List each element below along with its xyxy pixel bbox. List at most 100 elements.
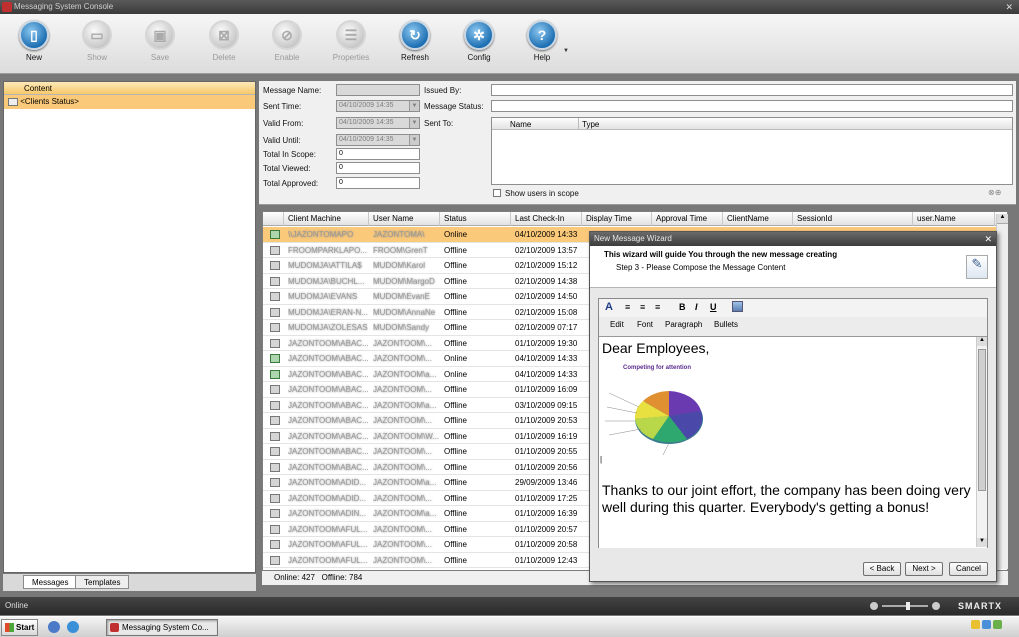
underline-icon[interactable]: U [710,302,717,312]
show-users-checkbox[interactable] [493,189,501,197]
menu-edit[interactable]: Edit [610,320,624,329]
chevron-down-icon[interactable]: ▼ [409,101,419,111]
chevron-down-icon[interactable]: ▼ [409,118,419,128]
taskbar-item-label: Messaging System Co... [122,623,209,632]
save-label: Save [150,53,170,62]
col-session-id[interactable]: SessionId [793,212,913,226]
menu-paragraph[interactable]: Paragraph [665,320,702,329]
col-user-name[interactable]: User Name [369,212,440,226]
insert-image-icon[interactable] [732,301,743,312]
valid-from-field[interactable]: 04/10/2009 14:35 ▼ [336,117,420,129]
sent-to-col-type[interactable]: Type [582,120,599,129]
cell-checkin: 04/10/2009 14:33 [515,354,578,363]
save-button[interactable]: ▣ Save [135,20,185,62]
new-button[interactable]: ▯ New [9,20,59,62]
show-button[interactable]: ▭ Show [72,20,122,62]
col-display-time[interactable]: Display Time [582,212,652,226]
bold-icon[interactable]: B [679,302,686,312]
message-editor: A ≡ ≡ ≡ B I U Edit Font Paragraph Bullet… [598,298,988,548]
show-users-label: Show users in scope [505,189,579,198]
sent-to-col-name[interactable]: Name [510,120,531,129]
grid-scrollbar[interactable]: ▲ [996,214,1008,569]
cell-checkin: 03/10/2009 09:15 [515,400,578,410]
show-desktop-icon[interactable] [48,621,60,633]
cell-machine: JAZONTOOM\AFUL... [288,555,368,565]
italic-icon[interactable]: I [695,302,698,312]
tray-security-icon[interactable] [971,620,980,629]
editor-content[interactable]: Dear Employees, Competing for attention [599,336,987,548]
scroll-up-icon[interactable]: ▲ [997,214,1008,224]
refresh-button[interactable]: ↻ Refresh [390,20,440,62]
client-offline-icon [270,416,280,425]
cell-status: Offline [444,245,467,255]
total-viewed-field[interactable]: 0 [336,162,420,174]
client-offline-icon [270,338,280,348]
zoom-in-icon[interactable] [932,602,940,610]
col-client-machine[interactable]: Client Machine [284,212,369,226]
zoom-handle[interactable] [906,602,910,610]
message-name-field[interactable] [336,84,420,96]
chevron-down-icon[interactable]: ▼ [409,135,419,145]
zoom-slider[interactable] [870,602,940,610]
cell-user: MUDOM\Karol [373,261,426,270]
align-left-icon[interactable]: ≡ [625,302,630,312]
menu-bullets[interactable]: Bullets [714,320,738,329]
tab-templates[interactable]: Templates [75,575,130,589]
valid-until-field[interactable]: 04/10/2009 14:35 ▼ [336,134,420,146]
config-button[interactable]: ✲ Config [454,20,504,62]
browser-icon[interactable] [67,621,79,633]
zoom-out-icon[interactable] [870,602,878,610]
embedded-pie-image: Competing for attention [603,363,713,461]
tree-header: Content [4,82,255,95]
col-approval-time[interactable]: Approval Time [652,212,723,226]
tray-network-icon[interactable] [981,620,991,629]
total-in-scope-field[interactable]: 0 [336,148,420,160]
sent-to-list[interactable]: Name Type [491,117,1013,185]
align-center-icon[interactable]: ≡ [640,302,645,312]
scroll-thumb[interactable] [978,349,986,491]
col-user-name-2[interactable]: user.Name [913,212,995,226]
font-color-icon[interactable]: A [605,301,613,313]
cell-machine: JAZONTOOM\ADID... [288,493,367,503]
start-button[interactable]: Start [1,619,38,636]
sent-time-field[interactable]: 04/10/2009 14:35 ▼ [336,100,420,112]
help-button[interactable]: ? Help ▼ [517,20,569,62]
editor-scrollbar[interactable]: ▲ ▼ [976,337,987,547]
tab-messages[interactable]: Messages [23,575,78,589]
menu-font[interactable]: Font [637,320,653,329]
client-offline-icon [270,400,280,410]
tree-item-clients-status[interactable]: <Clients Status> [4,95,255,109]
align-right-icon[interactable]: ≡ [655,302,660,312]
scroll-down-icon[interactable]: ▼ [977,538,987,547]
scroll-up-icon[interactable]: ▲ [977,337,987,346]
cell-user: MUDOM\Sandy [373,323,430,332]
cancel-button[interactable]: Cancel [949,562,988,576]
scope-tools-icon[interactable]: ⊗⊕ [988,188,1010,198]
properties-button[interactable]: ☰ Properties [326,20,376,62]
message-status-field[interactable] [491,100,1013,112]
online-count: Online: 427 [274,573,315,582]
col-last-checkin[interactable]: Last Check-In [511,212,582,226]
cell-machine: JAZONTOOM\AFUL... [288,540,368,549]
cell-user: FROOM\GrenT [373,245,428,255]
total-approved-field[interactable]: 0 [336,177,420,189]
client-offline-icon [270,555,280,565]
close-icon[interactable]: ✕ [984,232,992,246]
next-button[interactable]: Next > [905,562,943,576]
sent-time-label: Sent Time: [263,102,302,111]
col-client-name[interactable]: ClientName [723,212,793,226]
col-status[interactable]: Status [440,212,511,226]
cell-status: Offline [444,493,467,503]
delete-label: Delete [212,53,236,62]
taskbar-item-console[interactable]: Messaging System Co... [106,619,218,636]
issued-by-field[interactable] [491,84,1013,96]
cell-status: Offline [444,416,467,425]
tray-app-icon[interactable] [992,620,1002,629]
client-offline-icon [270,261,280,270]
delete-button[interactable]: ⊠ Delete [199,20,249,62]
help-dropdown-icon[interactable]: ▼ [563,48,569,54]
main-toolbar: ▯ New ▭ Show ▣ Save ⊠ Delete ⊘ Enable ☰ … [0,14,1019,74]
close-icon[interactable]: ✕ [1005,0,1013,14]
enable-button[interactable]: ⊘ Enable [262,20,312,62]
back-button[interactable]: < Back [863,562,901,576]
